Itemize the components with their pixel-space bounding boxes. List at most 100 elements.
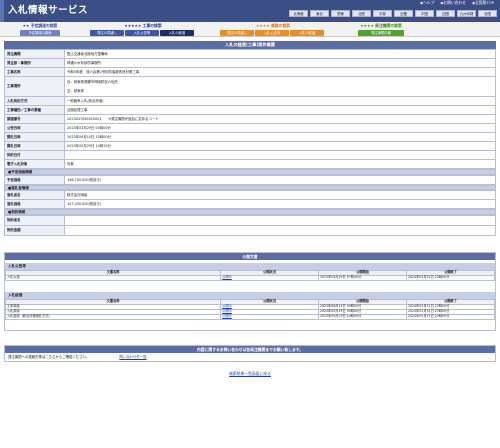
doc-start: 2023年03月29日 07時00分 [317, 274, 407, 281]
detail-label: 開札日時 [4, 141, 65, 151]
detail-row: 発注機関 国土交通省北陸地方整備局 [4, 49, 496, 59]
detail-label: 発注機関 [4, 49, 65, 59]
detail-value: 対象 [64, 159, 496, 169]
table-row: 入札公告 公開中 2023年03月29日 07時00分 2024年03月31日 … [4, 274, 496, 281]
detail-label: 契約金額 [4, 224, 65, 236]
back-to-results-link[interactable]: 検索結果一覧画面に戻る [4, 371, 496, 377]
detail-value: 2023年05月25日 14時15分 [64, 141, 496, 151]
doc-name: 入札公告 [4, 274, 222, 281]
region-tab-chugoku[interactable]: 中国 [415, 10, 434, 17]
location-from: 自：岐阜県飛騨市神岡町双六地先 [67, 79, 118, 84]
detail-label: 予定価格 [4, 174, 65, 185]
detail-value: 自：岐阜県飛騨市神岡町双六地先 至：岐阜県 [64, 76, 496, 97]
detail-row: 工事種別／工事の業種 法面処理工事 [4, 105, 496, 115]
contact-text: 発注機関への連絡先等はこちらからご確認ください。 [8, 354, 90, 359]
nav-group-service: ★★★★ 業務の検索 発注の見通し 入札公告等 入札の経過 [220, 23, 326, 36]
tab-service-progress[interactable]: 入札の経過 [290, 30, 324, 36]
detail-row: 開札日時 2023年04月10日 10時00分 [4, 132, 496, 142]
detail-label: 契約日付 [4, 150, 65, 160]
contact-section: 内容に関するお問い合わせは各発注機関までお願い致します。 発注機関への連絡先等は… [4, 344, 496, 362]
top-links: ◆ヘルプ ◆お問い合わせ ◆全国版TOP [420, 0, 494, 6]
detail-row: 開札日時 2023年05月25日 14時15分 [4, 141, 496, 151]
detail-label: 発注部・事務所 [4, 58, 65, 68]
detail-label: 工事名称 [4, 67, 65, 77]
site-header: 入札情報サービス ◆ヘルプ ◆お問い合わせ ◆全国版TOP 北海道 東北 関東 … [0, 0, 500, 22]
region-tab-kinki[interactable]: 近畿 [394, 10, 413, 17]
tab-service-outlook[interactable]: 発注の見通し [220, 30, 254, 36]
detail-row: 予定価格 146,700,000(税抜き) [4, 174, 496, 185]
detail-value: 法面処理工事 [64, 105, 496, 115]
contact-heading: 内容に関するお問い合わせは各発注機関までお願い致します。 [5, 345, 495, 353]
help-link[interactable]: ◆ヘルプ [420, 0, 434, 6]
contact-list-link[interactable]: 問い合わせ先一覧 [119, 355, 146, 359]
region-tab-kanto[interactable]: 関東 [331, 10, 350, 17]
detail-label: 工事種別／工事の業種 [4, 105, 65, 115]
site-title: 入札情報サービス [8, 5, 89, 16]
detail-value: 神通川水系砂防事務所 [64, 58, 496, 68]
detail-row: 調達番号 2023047049010001 ※発注機関が独自に定めるコード [4, 114, 496, 124]
region-tab-hokuriku[interactable]: 北陸 [352, 10, 371, 17]
doc-status: 公開中 [220, 313, 319, 320]
detail-label: 公告日時 [4, 123, 65, 133]
tab-agency-info[interactable]: 発注機関情報 [358, 30, 404, 36]
search-nav: ★★ 予定調達の検索 予定調達の検索 ★★★★★ 工事の検索 発注の見通し 入札… [0, 22, 500, 37]
doc-start: 2023年05月29日 14時00分 [317, 313, 407, 320]
region-tab-chubu[interactable]: 中部 [373, 10, 392, 17]
detail-row: 入札契約方式 一般競争入札(総合評価) [4, 96, 496, 106]
nav-group-planned: ★★ 予定調達の検索 予定調達の検索 [20, 23, 60, 36]
region-tab-tohoku[interactable]: 東北 [310, 10, 329, 17]
doc-status-link[interactable]: 公開中 [222, 314, 232, 318]
detail-value: 147,000,000(税抜き) [64, 199, 496, 210]
location-to: 至：岐阜県 [67, 89, 84, 93]
documents-heading: 公開文書 [5, 252, 495, 260]
contact-link[interactable]: ◆お問い合わせ [440, 0, 466, 6]
region-tab-shikoku[interactable]: 四国 [436, 10, 455, 17]
tab-planned-search[interactable]: 予定調達の検索 [20, 30, 60, 36]
detail-value: 株式会社岡組 [64, 190, 496, 201]
detail-row: 電子入札対象 対象 [4, 159, 496, 169]
detail-value: 国土交通省北陸地方整備局 [64, 49, 496, 59]
region-tabs: 北海道 東北 関東 北陸 中部 近畿 中国 四国 九州沖縄 全国 [289, 10, 497, 17]
detail-label: 電子入札対象 [4, 159, 65, 169]
table-row: 入札調書（総合評価落札方式） 公開中 2023年05月29日 14時00分 20… [4, 313, 496, 320]
doc-status-link[interactable]: 公開中 [222, 309, 232, 313]
detail-row: 発注部・事務所 神通川水系砂防事務所 [4, 58, 496, 68]
region-tab-kyushu[interactable]: 九州沖縄 [457, 10, 476, 17]
yotei-table: 予定価格 146,700,000(税抜き) [4, 174, 496, 185]
tab-service-notice[interactable]: 入札公告等 [255, 30, 289, 36]
nav-group-construction: ★★★★★ 工事の検索 発注の見通し 入札公告等 入札の経過 [90, 23, 196, 36]
detail-row: 公告日時 2023年03月29日 00時00分 [4, 123, 496, 133]
doc-status-link[interactable]: 公開中 [222, 275, 232, 279]
detail-value: 2023047049010001 ※発注機関が独自に定めるコード [64, 114, 496, 124]
detail-value [64, 150, 496, 160]
detail-value [64, 214, 496, 226]
detail-row: 契約金額 [4, 224, 496, 236]
doc-end: 2024年03月31日 23時00分 [405, 274, 496, 281]
nav-group-title: ★★★★ 業務の検索 [256, 23, 290, 28]
region-tab-hokkaido[interactable]: 北海道 [289, 10, 308, 17]
public-documents: 公開文書 入札公告等 文書名称 公開状況 公開開始 公開終了 入札公告 公開中 … [4, 251, 496, 331]
detail-row: 工事場所 自：岐阜県飛騨市神岡町双六地先 至：岐阜県 [4, 76, 496, 97]
national-top-link[interactable]: ◆全国版TOP [472, 0, 494, 6]
tab-construction-progress[interactable]: 入札の経過 [160, 30, 194, 36]
detail-label: 工事場所 [4, 76, 65, 97]
doc-status-link[interactable]: 公開中 [222, 304, 232, 308]
contact-row: 発注機関への連絡先等はこちらからご確認ください。 問い合わせ先一覧 [5, 353, 495, 361]
logo-bar [0, 0, 4, 22]
doc-end: 2024年03月31日 23時00分 [405, 313, 496, 320]
keika-heading: 入札経過 [5, 291, 495, 299]
detail-value: 2023年04月10日 10時00分 [64, 132, 496, 142]
tab-construction-outlook[interactable]: 発注の見通し [90, 30, 124, 36]
doc-name: 入札調書（総合評価落札方式） [4, 313, 222, 320]
detail-value: 146,700,000(税抜き) [64, 174, 496, 185]
detail-label: 入札契約方式 [4, 96, 65, 106]
main-content: 入札の経過(工事)案件概要 発注機関 国土交通省北陸地方整備局 発注部・事務所 神通… [0, 41, 500, 376]
tab-construction-notice[interactable]: 入札公告等 [125, 30, 159, 36]
doc-status: 公開中 [220, 274, 319, 281]
region-tab-zenkoku[interactable]: 全国 [478, 10, 497, 17]
detail-value: 令和5年度 双六谷第2号砂防堰堤改良対策工事 [64, 67, 496, 77]
detail-value [64, 224, 496, 236]
detail-row: 工事名称 令和5年度 双六谷第2号砂防堰堤改良対策工事 [4, 67, 496, 77]
nav-group-title: ★★ 予定調達の検索 [22, 23, 58, 28]
keika-table: 文書名称 公開状況 公開開始 公開終了 工事調書 公開中 2023年06月14日… [4, 298, 496, 320]
